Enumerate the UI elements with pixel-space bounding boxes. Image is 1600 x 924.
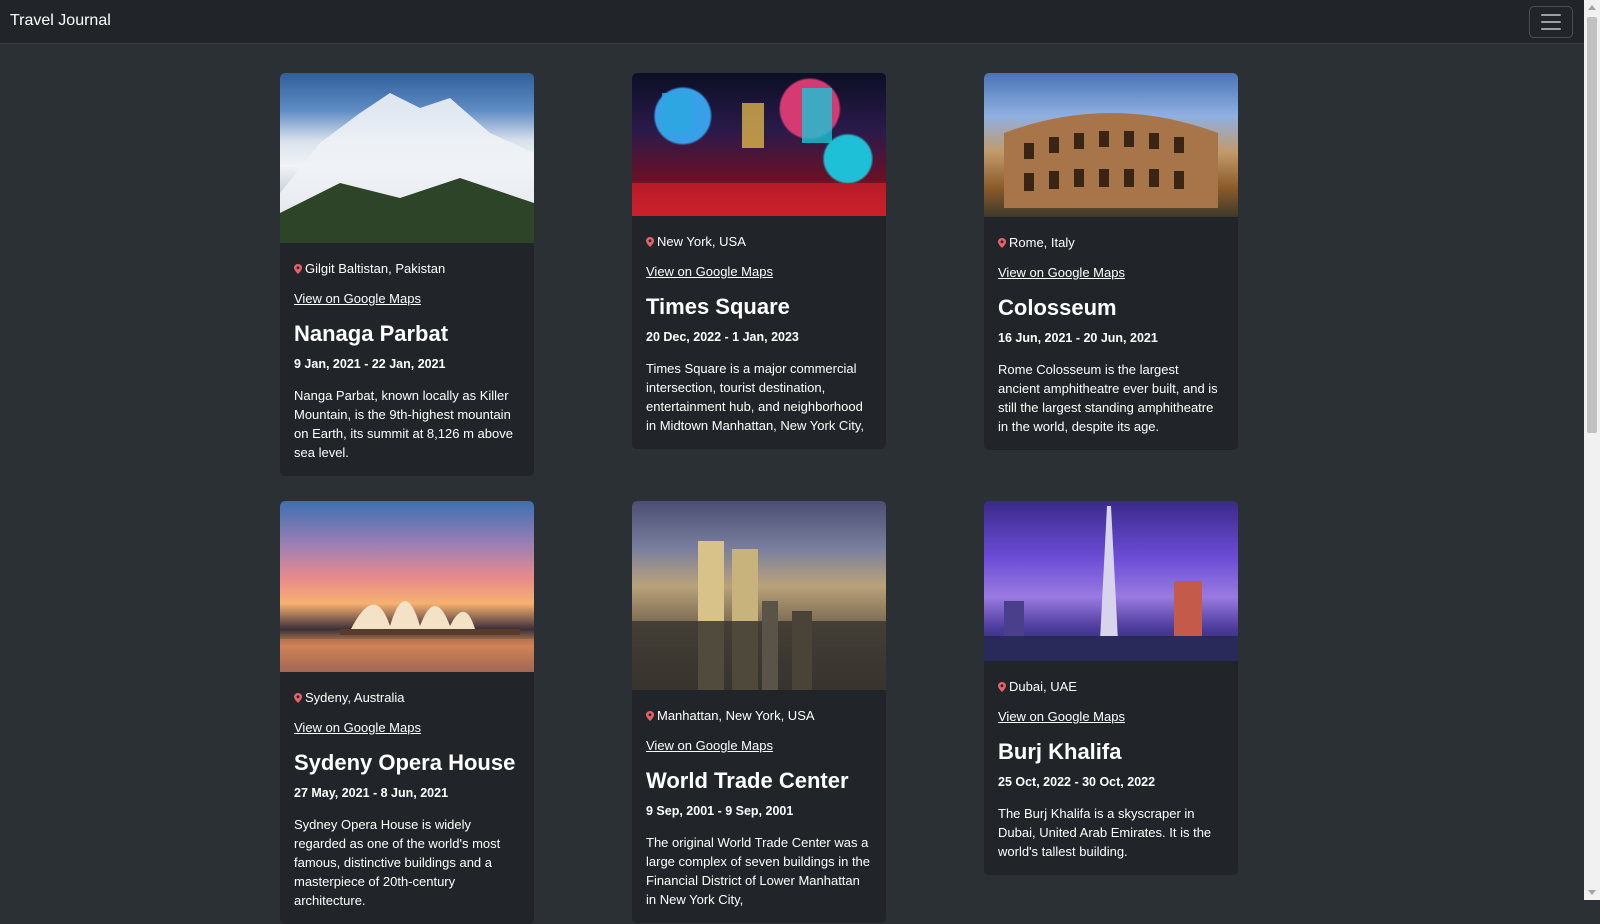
trip-title: Nanaga Parbat xyxy=(294,321,449,346)
trip-photo xyxy=(280,73,534,243)
trip-location: Rome, Italy xyxy=(998,235,1224,250)
trip-photo xyxy=(984,501,1238,661)
google-maps-link[interactable]: View on Google Maps xyxy=(998,265,1125,280)
page-scrollbar[interactable] xyxy=(1584,0,1600,900)
hamburger-menu-icon xyxy=(1541,14,1561,16)
location-text: Sydeny, Australia xyxy=(305,690,405,705)
trip-card: Rome, Italy View on Google Maps Colosseu… xyxy=(984,73,1238,450)
trip-card: Gilgit Baltistan, Pakistan View on Googl… xyxy=(280,73,534,476)
trip-title: World Trade Center xyxy=(646,768,849,793)
trip-description: Times Square is a major commercial inter… xyxy=(646,361,864,433)
google-maps-link[interactable]: View on Google Maps xyxy=(294,291,421,306)
trip-dates: 20 Dec, 2022 - 1 Jan, 2023 xyxy=(646,330,799,344)
trip-card: Dubai, UAE View on Google Maps Burj Khal… xyxy=(984,501,1238,875)
location-text: Gilgit Baltistan, Pakistan xyxy=(305,261,446,276)
location-text: Dubai, UAE xyxy=(1009,679,1077,694)
brand-title[interactable]: Travel Journal xyxy=(10,12,111,30)
google-maps-link[interactable]: View on Google Maps xyxy=(294,720,421,735)
map-pin-icon xyxy=(294,692,302,703)
google-maps-link[interactable]: View on Google Maps xyxy=(646,738,773,753)
trip-photo xyxy=(632,501,886,690)
trip-description: Sydney Opera House is widely regarded as… xyxy=(294,817,501,908)
trip-location: Sydeny, Australia xyxy=(294,690,520,705)
google-maps-link[interactable]: View on Google Maps xyxy=(998,709,1125,724)
scroll-up-arrow-icon[interactable] xyxy=(1588,5,1596,10)
trip-card: New York, USA View on Google Maps Times … xyxy=(632,73,886,449)
scroll-down-arrow-icon[interactable] xyxy=(1588,890,1596,895)
trip-location: Gilgit Baltistan, Pakistan xyxy=(294,261,520,276)
map-pin-icon xyxy=(646,236,654,247)
trip-dates: 27 May, 2021 - 8 Jun, 2021 xyxy=(294,786,449,800)
map-pin-icon xyxy=(646,710,654,721)
trip-title: Burj Khalifa xyxy=(998,739,1122,764)
google-maps-link[interactable]: View on Google Maps xyxy=(646,264,773,279)
map-pin-icon xyxy=(998,681,1006,692)
trip-card: Manhattan, New York, USA View on Google … xyxy=(632,501,886,923)
trip-dates: 16 Jun, 2021 - 20 Jun, 2021 xyxy=(998,331,1158,345)
menu-toggle-button[interactable] xyxy=(1529,6,1573,38)
trip-title: Colosseum xyxy=(998,295,1117,320)
map-pin-icon xyxy=(998,237,1006,248)
location-text: Manhattan, New York, USA xyxy=(657,708,815,723)
trip-location: Dubai, UAE xyxy=(998,679,1224,694)
trip-description: The Burj Khalifa is a skyscraper in Duba… xyxy=(998,806,1212,859)
trip-photo xyxy=(632,73,886,216)
trip-photo xyxy=(984,73,1238,217)
trip-card: Sydeny, Australia View on Google Maps Sy… xyxy=(280,501,534,924)
trip-location: Manhattan, New York, USA xyxy=(646,708,872,723)
location-text: Rome, Italy xyxy=(1009,235,1075,250)
map-pin-icon xyxy=(294,263,302,274)
trip-description: Nanga Parbat, known locally as Killer Mo… xyxy=(294,388,513,460)
trip-location: New York, USA xyxy=(646,234,872,249)
trip-dates: 25 Oct, 2022 - 30 Oct, 2022 xyxy=(998,775,1156,789)
trip-dates: 9 Sep, 2001 - 9 Sep, 2001 xyxy=(646,804,794,818)
trip-dates: 9 Jan, 2021 - 22 Jan, 2021 xyxy=(294,357,446,371)
location-text: New York, USA xyxy=(657,234,746,249)
top-navbar: Travel Journal xyxy=(0,0,1584,44)
scrollbar-thumb[interactable] xyxy=(1587,17,1597,433)
trip-photo xyxy=(280,501,534,672)
trip-title: Times Square xyxy=(646,294,790,319)
trip-title: Sydeny Opera House xyxy=(294,750,516,775)
trip-description: The original World Trade Center was a la… xyxy=(646,835,871,907)
trip-description: Rome Colosseum is the largest ancient am… xyxy=(998,362,1218,434)
